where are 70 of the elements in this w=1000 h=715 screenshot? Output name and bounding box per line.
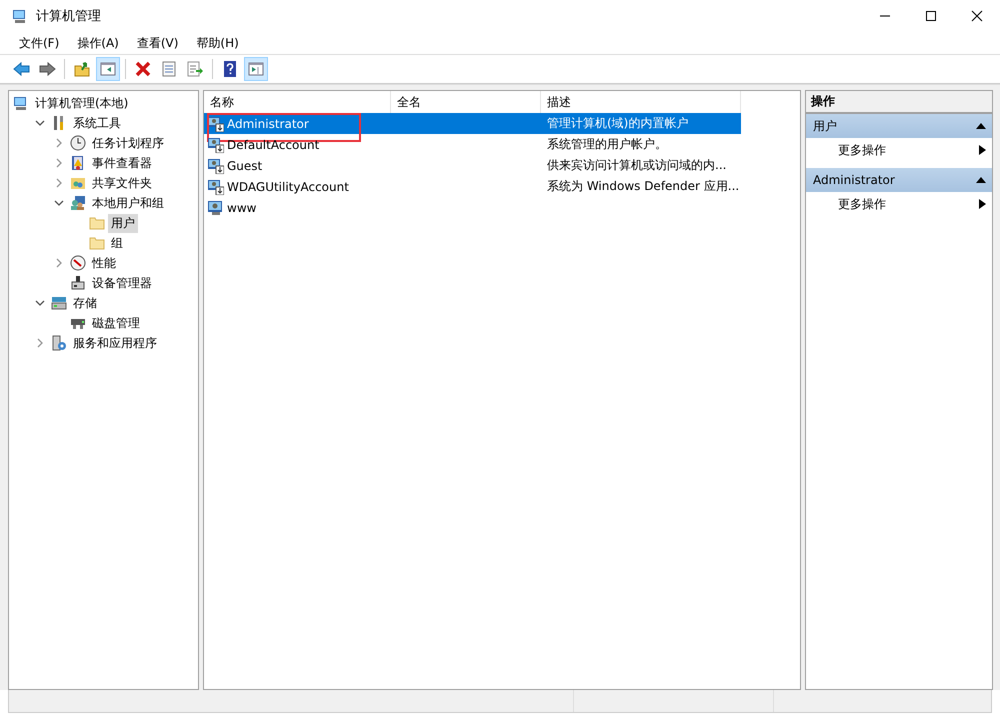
collapsed-chevron-icon[interactable] <box>35 338 45 348</box>
tree-item[interactable]: 事件查看器 <box>89 154 155 172</box>
actions-pane-title: 操作 <box>806 91 992 114</box>
user-name: DefaultAccount <box>227 138 320 152</box>
action-pane-icon <box>247 60 265 78</box>
computer-icon <box>13 95 29 111</box>
window-title: 计算机管理 <box>36 8 101 25</box>
action-section-header[interactable]: Administrator <box>806 168 992 192</box>
action-item[interactable]: 更多操作 <box>806 192 992 216</box>
tree-item[interactable]: 服务和应用程序 <box>70 334 160 352</box>
menu-item[interactable]: 文件(F) <box>10 34 68 52</box>
tree-item[interactable]: 计算机管理(本地) <box>32 94 132 112</box>
console-tree-icon <box>99 60 117 78</box>
users-icon <box>70 195 86 211</box>
tree-item[interactable]: 存储 <box>70 294 100 312</box>
shared-folder-icon <box>70 175 86 191</box>
collapse-triangle-icon <box>976 176 986 184</box>
user-description: 供来宾访问计算机或访问域的内... <box>546 157 728 174</box>
tree-item[interactable]: 性能 <box>89 254 119 272</box>
folder-icon <box>89 235 105 251</box>
back-arrow-icon <box>12 60 30 78</box>
server-gear-icon <box>51 335 67 351</box>
tree-item[interactable]: 任务计划程序 <box>89 134 167 152</box>
expanded-chevron-icon[interactable] <box>54 198 64 208</box>
action-pane-button[interactable] <box>244 57 268 81</box>
user-name: Administrator <box>227 116 309 130</box>
folder-icon <box>89 215 105 231</box>
collapsed-chevron-icon[interactable] <box>54 138 64 148</box>
user-description: 管理计算机(域)的内置帐户 <box>546 115 690 132</box>
collapsed-chevron-icon[interactable] <box>54 158 64 168</box>
gauge-icon <box>70 255 86 271</box>
help-icon <box>221 60 239 78</box>
device-icon <box>70 275 86 291</box>
user-description: 系统管理的用户帐户。 <box>546 136 668 153</box>
submenu-arrow-icon <box>979 199 986 209</box>
event-log-icon <box>70 155 86 171</box>
clock-icon <box>70 135 86 151</box>
user-name: WDAGUtilityAccount <box>227 180 349 194</box>
collapsed-chevron-icon[interactable] <box>54 258 64 268</box>
tree-item[interactable]: 设备管理器 <box>89 274 155 292</box>
action-section-header[interactable]: 用户 <box>806 114 992 138</box>
tree-item[interactable]: 用户 <box>108 214 138 232</box>
storage-icon <box>51 295 67 311</box>
maximize-icon <box>925 10 937 22</box>
user-row[interactable]: www <box>204 197 741 218</box>
tree-item[interactable]: 组 <box>108 234 126 252</box>
user-description: 系统为 Windows Defender 应用... <box>546 178 740 195</box>
user-name: www <box>227 200 256 214</box>
submenu-arrow-icon <box>979 145 986 155</box>
tree-item[interactable]: 共享文件夹 <box>89 174 155 192</box>
folder-up-icon <box>73 60 91 78</box>
close-icon <box>971 10 983 22</box>
delete-icon <box>134 60 152 78</box>
app-icon <box>12 8 28 24</box>
menu-item[interactable]: 帮助(H) <box>187 34 248 52</box>
collapsed-chevron-icon[interactable] <box>54 178 64 188</box>
console-tree-button[interactable] <box>96 57 120 81</box>
forward-arrow-icon <box>38 60 56 78</box>
tree-item[interactable]: 系统工具 <box>70 114 124 132</box>
menu-item[interactable]: 操作(A) <box>68 34 128 52</box>
properties-icon <box>160 60 178 78</box>
export-list-icon <box>186 60 204 78</box>
menu-item[interactable]: 查看(V) <box>128 34 188 52</box>
tree-item[interactable]: 磁盘管理 <box>89 314 143 332</box>
tree-item[interactable]: 本地用户和组 <box>89 194 167 212</box>
expanded-chevron-icon[interactable] <box>35 298 45 308</box>
user-name: Guest <box>227 158 262 172</box>
action-item[interactable]: 更多操作 <box>806 138 992 162</box>
expanded-chevron-icon[interactable] <box>35 118 45 128</box>
collapse-triangle-icon <box>976 122 986 130</box>
